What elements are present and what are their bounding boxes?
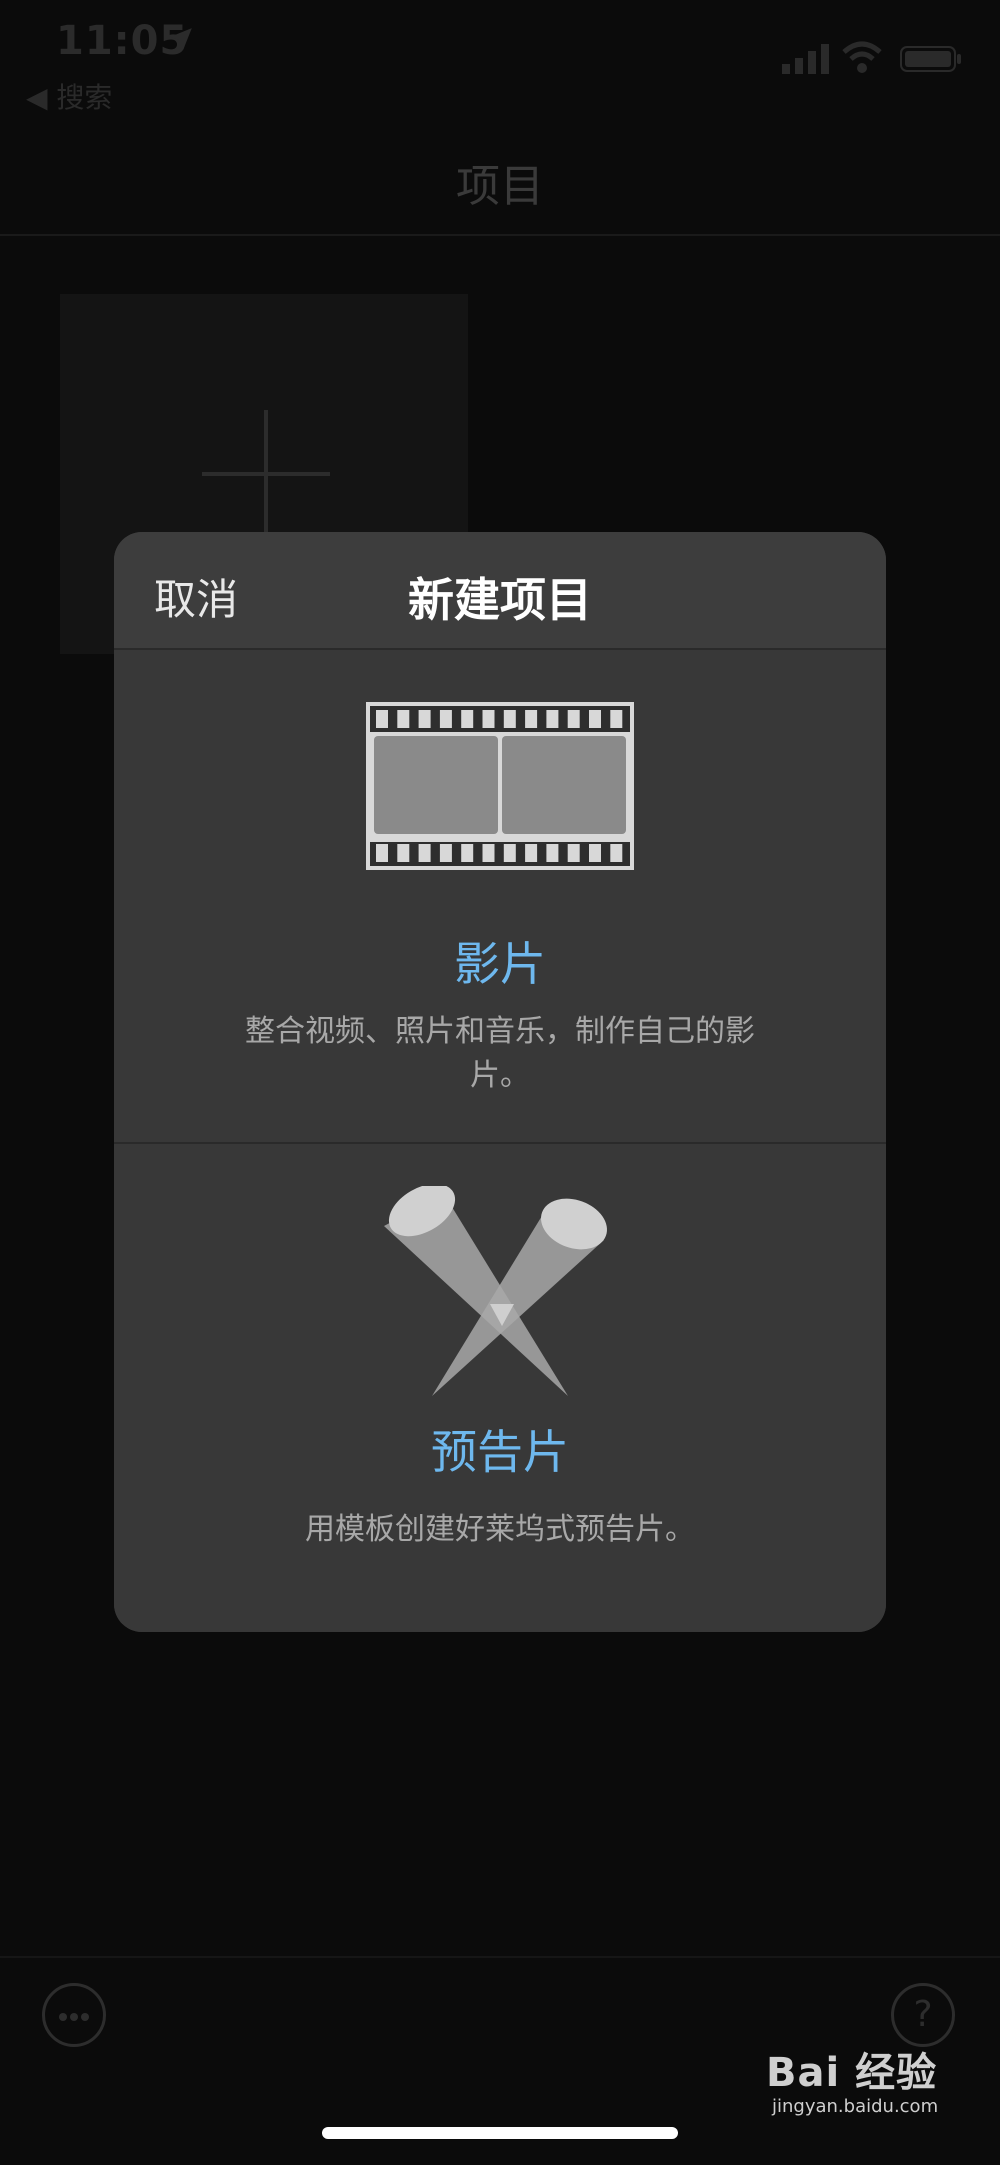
plus-icon-vertical (264, 410, 268, 538)
film-sprocket (418, 710, 431, 728)
wifi-icon (842, 41, 882, 73)
film-sprocket (589, 710, 601, 728)
movie-option[interactable]: 影片 整合视频、照片和音乐，制作自己的影片。 (114, 650, 886, 1142)
dialog-title: 新建项目 (408, 573, 592, 627)
film-sprocket (461, 844, 474, 862)
film-sprocket (439, 844, 452, 862)
film-sprocket (461, 710, 474, 728)
trailer-option[interactable]: 预告片 用模板创建好莱坞式预告片。 (114, 1144, 886, 1632)
film-sprocket (503, 710, 516, 728)
film-sprocket (482, 710, 495, 728)
screen: 11:05 ◀ 搜索 项目 ? 取消 新建项目 影片 整合视频、照片和音乐，制作… (0, 0, 1000, 2165)
film-strip-icon (366, 702, 634, 870)
film-sprocket (589, 844, 601, 862)
film-sprocket (525, 710, 538, 728)
film-sprocket (525, 844, 538, 862)
back-to-search-link[interactable]: ◀ 搜索 (26, 76, 112, 116)
film-sprocket (610, 710, 623, 728)
film-sprocket (376, 710, 388, 728)
more-dot (81, 2013, 89, 2021)
cellular-signal-icon (782, 44, 829, 74)
nav-title: 项目 (456, 161, 544, 212)
film-sprocket (397, 844, 410, 862)
dialog-header: 取消 新建项目 (114, 532, 886, 648)
film-sprocket (376, 844, 388, 862)
new-project-dialog: 取消 新建项目 影片 整合视频、照片和音乐，制作自己的影片。 预告片 用模板创建… (114, 532, 886, 1632)
more-options-button[interactable] (42, 1983, 106, 2047)
location-arrow-icon (170, 28, 192, 50)
more-dot (59, 2013, 67, 2021)
watermark-brand: Bai 经验 (766, 2050, 938, 2096)
watermark-url: jingyan.baidu.com (772, 2096, 939, 2117)
film-sprocket (567, 844, 580, 862)
film-sprocket (503, 844, 516, 862)
baidu-watermark: Bai 经验 jingyan.baidu.com (766, 2036, 956, 2126)
film-sprocket (610, 844, 623, 862)
film-sprocket (482, 844, 495, 862)
film-sprocket (546, 710, 559, 728)
home-indicator[interactable] (322, 2127, 678, 2139)
trailer-option-title: 预告片 (431, 1425, 569, 1479)
battery-icon (900, 46, 961, 72)
film-sprocket (439, 710, 452, 728)
movie-option-description: 整合视频、照片和音乐，制作自己的影片。 (245, 1014, 755, 1093)
nav-divider (0, 234, 1000, 236)
film-sprocket (546, 844, 559, 862)
film-sprocket (418, 844, 431, 862)
toolbar-divider (0, 1956, 1000, 1958)
status-bar: 11:05 ◀ 搜索 (0, 0, 1000, 114)
film-sprocket (397, 710, 410, 728)
movie-option-title: 影片 (454, 937, 546, 991)
more-dot (70, 2013, 78, 2021)
trailer-option-description: 用模板创建好莱坞式预告片。 (305, 1512, 695, 1547)
spotlights-icon (384, 1186, 607, 1396)
film-sprocket (567, 710, 580, 728)
